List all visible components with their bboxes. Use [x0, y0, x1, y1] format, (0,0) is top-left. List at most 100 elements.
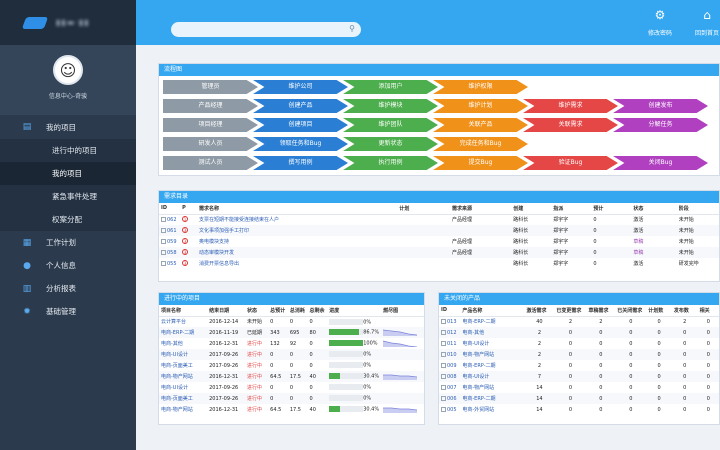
table-row[interactable]: 电商-页面美工 2017-09-26 进行中 0 0 0 0%: [159, 393, 424, 404]
row-checkbox[interactable]: [441, 362, 446, 368]
product-id[interactable]: 007: [447, 385, 457, 391]
home-button[interactable]: ⌂ 回到首页: [687, 8, 720, 37]
table-row[interactable]: 058 3 动态审模块开发 产品经理 路科长 郑宇字 0 草稿 未开始: [159, 247, 719, 258]
column-header[interactable]: 总预计: [268, 305, 288, 317]
nav-sub-ongoing[interactable]: 进行中的项目: [0, 139, 136, 162]
table-cell[interactable]: 电商-其他: [460, 327, 525, 338]
column-header[interactable]: 计划: [397, 203, 451, 215]
table-row[interactable]: 011 电商-UI设计 2 0 0 0 0 0 0: [439, 338, 719, 349]
table-cell[interactable]: 007: [439, 382, 460, 393]
table-cell[interactable]: 电商-UI设计: [460, 338, 524, 349]
product-name[interactable]: 电商-ERP-二期: [462, 319, 495, 325]
product-id[interactable]: 008: [447, 374, 457, 380]
nav-my-project[interactable]: ▤ 我的项目: [0, 115, 136, 139]
table-cell[interactable]: 电商-物产网站: [159, 404, 207, 415]
table-row[interactable]: 电商-页面美工 2017-09-26 进行中 0 0 0 0%: [159, 360, 424, 371]
flow-step[interactable]: 添加用户: [343, 80, 438, 94]
flow-step[interactable]: 更新状态: [343, 137, 438, 151]
table-row[interactable]: 008 电商-UI设计 7 0 0 0 0 0 0: [439, 371, 719, 382]
table-row[interactable]: 062 1 支票在短期不能接受连接结束在人户 产品经理 路科长 郑宇字 0 激活 未开始: [159, 214, 719, 225]
change-password-button[interactable]: ⚙ 修改密码: [640, 8, 680, 37]
column-header[interactable]: 阶段: [676, 203, 719, 215]
table-cell[interactable]: 011: [439, 338, 460, 349]
table-row[interactable]: 005 电商-外贸网站 14 0 0 0 0 0 0: [439, 404, 719, 415]
row-checkbox[interactable]: [161, 238, 166, 244]
column-header[interactable]: 已关闭需求: [615, 305, 647, 317]
project-name[interactable]: 电商-UI设计: [161, 352, 188, 358]
column-header[interactable]: 草稿需求: [586, 305, 616, 317]
product-id[interactable]: 010: [447, 352, 457, 358]
requirement-name[interactable]: 文化事项加强手工打印: [199, 228, 249, 234]
project-name[interactable]: 云计算平台: [161, 319, 186, 325]
burndown-sparkline[interactable]: [383, 340, 418, 347]
row-checkbox[interactable]: [441, 351, 446, 357]
table-cell[interactable]: 电商-UI设计: [159, 382, 207, 393]
row-checkbox[interactable]: [441, 318, 446, 324]
product-name[interactable]: 电商-ERP-二期: [462, 363, 495, 369]
row-checkbox[interactable]: [161, 249, 166, 255]
table-cell[interactable]: 010: [439, 349, 461, 360]
project-name[interactable]: 电商-页面美工: [161, 396, 193, 402]
product-name[interactable]: 电商-UI设计: [462, 341, 489, 347]
product-id[interactable]: 009: [447, 363, 457, 369]
table-cell[interactable]: 电商-其他: [159, 338, 207, 349]
table-row[interactable]: 061 3 文化事项加强手工打印 路科长 郑宇字 0 激活 未开始: [159, 225, 719, 236]
requirement-name[interactable]: 支票在短期不能接受连接结束在人户: [199, 217, 279, 223]
requirement-id[interactable]: 062: [167, 217, 177, 223]
column-header[interactable]: P: [180, 203, 197, 215]
table-cell[interactable]: 电商-ERP-二期: [460, 360, 524, 371]
table-row[interactable]: 010 电商-物产网站 2 0 0 0 0 0 0: [439, 349, 719, 360]
burndown-sparkline[interactable]: [383, 384, 417, 391]
column-header[interactable]: 创建: [511, 203, 552, 215]
table-cell[interactable]: 支票在短期不能接受连接结束在人户: [197, 214, 397, 225]
column-header[interactable]: ID: [159, 203, 181, 215]
table-cell[interactable]: 008: [439, 371, 461, 382]
table-cell[interactable]: 电商-外贸网站: [460, 404, 524, 415]
burndown-sparkline[interactable]: [383, 362, 417, 369]
column-header[interactable]: 状态: [631, 203, 677, 215]
table-cell[interactable]: 电商-页面美工: [159, 360, 207, 371]
table-cell[interactable]: 文化事项加强手工打印: [196, 225, 398, 236]
project-name[interactable]: 电商-ERP-二期: [161, 330, 194, 336]
column-header[interactable]: 状态: [244, 305, 269, 317]
nav-sub-assign[interactable]: 权案分配: [0, 208, 136, 231]
flow-step[interactable]: 维护需求: [523, 99, 618, 113]
flow-step[interactable]: 验证Bug: [523, 156, 618, 170]
product-id[interactable]: 005: [447, 407, 457, 413]
requirement-id[interactable]: 059: [167, 239, 177, 245]
project-name[interactable]: 电商-物产网站: [161, 374, 193, 380]
table-row[interactable]: 云计算平台 2016-12-14 未开始 0 0 0 0%: [159, 316, 424, 327]
flow-step[interactable]: 创建发布: [613, 99, 708, 113]
table-row[interactable]: 电商-物产网站 2016-12-31 进行中 64.5 17.5 40 30.4%: [159, 371, 424, 382]
table-row[interactable]: 055 3 消费开票信息导出 路科长 郑宇字 0 激活 研发完毕: [159, 258, 719, 269]
table-cell[interactable]: 云计算平台: [159, 316, 207, 327]
table-row[interactable]: 电商-物产网站 2016-12-31 进行中 64.5 17.5 40 30.4%: [159, 404, 424, 415]
flow-step[interactable]: 关联需求: [523, 118, 618, 132]
flow-step[interactable]: 执行用例: [343, 156, 438, 170]
burndown-sparkline[interactable]: [383, 329, 418, 336]
table-cell[interactable]: 电商-ERP-二期: [460, 393, 525, 404]
requirement-name[interactable]: 动态审模块开发: [199, 250, 234, 256]
project-name[interactable]: 电商-物产网站: [161, 407, 193, 413]
burndown-sparkline[interactable]: [383, 318, 417, 325]
table-cell[interactable]: 电商-UI设计: [460, 371, 525, 382]
flow-step[interactable]: 提交Bug: [433, 156, 528, 170]
table-row[interactable]: 电商-UI设计 2017-09-26 进行中 0 0 0 0%: [159, 349, 424, 360]
column-header[interactable]: ID: [439, 305, 461, 317]
column-header[interactable]: 激活需求: [524, 305, 555, 317]
product-name[interactable]: 电商-其他: [462, 330, 484, 336]
product-name[interactable]: 电商-物产网站: [462, 385, 494, 391]
requirement-id[interactable]: 055: [167, 261, 177, 267]
row-checkbox[interactable]: [441, 329, 446, 335]
table-cell[interactable]: 动态审模块开发: [196, 247, 398, 258]
product-name[interactable]: 电商-ERP-二期: [462, 396, 495, 402]
table-cell[interactable]: 006: [439, 393, 461, 404]
table-cell[interactable]: 012: [439, 327, 461, 338]
requirement-id[interactable]: 061: [167, 228, 177, 234]
table-cell[interactable]: 电商-UI设计: [159, 349, 208, 360]
row-checkbox[interactable]: [161, 260, 166, 266]
nav-analysis[interactable]: ▥ 分析报表: [0, 277, 136, 300]
flow-step[interactable]: 关联产品: [433, 118, 528, 132]
column-header[interactable]: 需求来源: [450, 203, 512, 215]
table-cell[interactable]: 013: [439, 316, 460, 327]
